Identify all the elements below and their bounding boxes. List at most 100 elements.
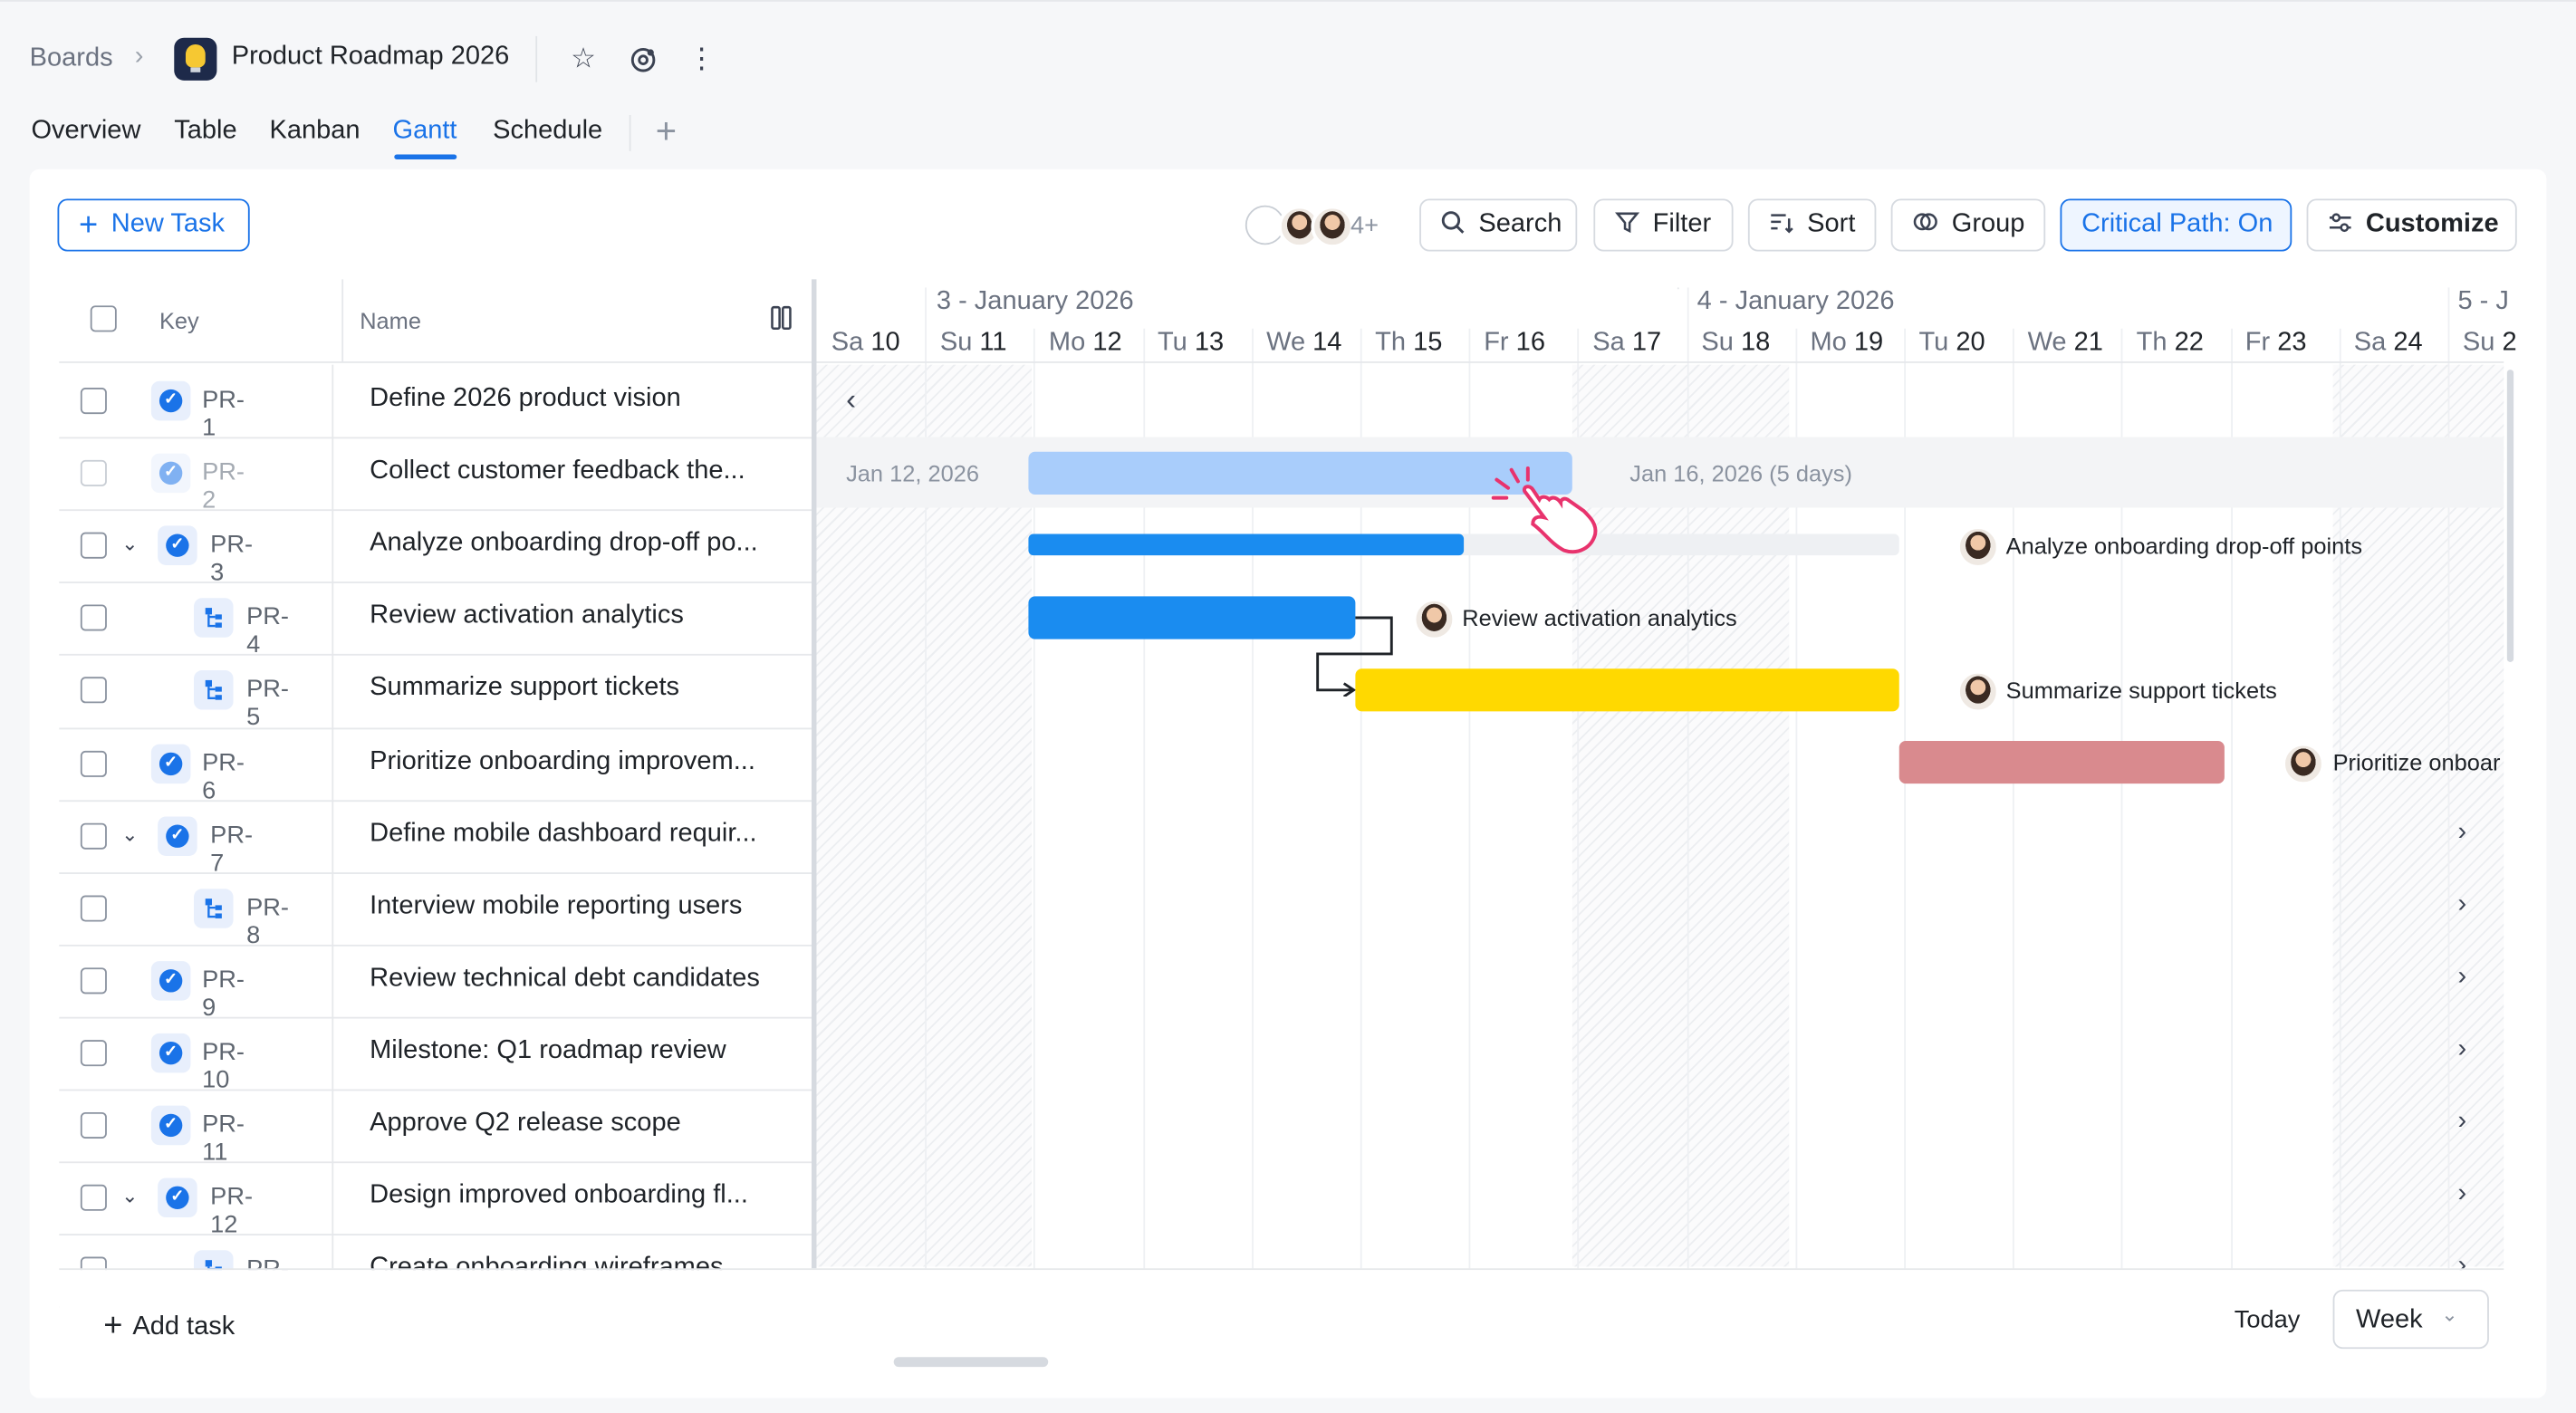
row-checkbox[interactable] (80, 750, 107, 777)
row-checkbox[interactable] (80, 967, 107, 995)
star-icon[interactable]: ☆ (569, 43, 599, 73)
task-key[interactable]: PR-11 (202, 1110, 245, 1167)
active-tab-indicator (394, 154, 457, 159)
row-checkbox[interactable] (80, 1185, 107, 1212)
column-header-key: Key (159, 307, 199, 334)
watch-icon[interactable] (628, 44, 658, 74)
plus-icon: + (103, 1307, 123, 1344)
add-view-plus-icon[interactable]: + (656, 111, 677, 153)
row-checkbox[interactable] (80, 1040, 107, 1067)
row-checkbox[interactable] (80, 533, 107, 560)
task-name[interactable]: Interview mobile reporting users (370, 891, 742, 921)
tab-kanban[interactable]: Kanban (269, 117, 360, 147)
scroll-to-bar-chevron-icon[interactable]: › (2457, 1108, 2466, 1138)
tab-gantt[interactable]: Gantt (392, 117, 457, 147)
row-checkbox[interactable] (80, 1112, 107, 1139)
day-label: Tu 13 (1157, 328, 1225, 357)
search-button[interactable]: Search (1419, 198, 1578, 252)
task-key[interactable]: PR-3 (210, 531, 253, 587)
more-options-icon[interactable]: ⋮ (687, 43, 716, 73)
task-key[interactable]: PR-4 (246, 603, 289, 659)
row-checkbox[interactable] (80, 460, 107, 487)
expand-chevron-icon[interactable]: ⌄ (119, 1185, 141, 1207)
task-name[interactable]: Define mobile dashboard requir... (370, 819, 757, 849)
breadcrumb-chevron-icon: › (134, 43, 144, 71)
avatar (1311, 205, 1354, 248)
customize-button[interactable]: Customize (2306, 198, 2517, 252)
task-name[interactable]: Define 2026 product vision (370, 385, 681, 415)
select-all-checkbox[interactable] (90, 305, 117, 332)
scroll-to-bar-chevron-icon[interactable]: › (2457, 1180, 2466, 1210)
gantt-bar-pr6[interactable] (1898, 741, 2225, 784)
sort-button[interactable]: Sort (1747, 198, 1877, 252)
plus-icon: + (79, 206, 99, 243)
filter-button[interactable]: Filter (1593, 198, 1734, 252)
task-key[interactable]: PR-5 (246, 676, 289, 732)
vertical-scrollbar[interactable] (2506, 370, 2514, 662)
task-key[interactable]: PR-1 (202, 386, 245, 442)
tab-schedule[interactable]: Schedule (493, 117, 602, 147)
tab-overview[interactable]: Overview (31, 117, 140, 147)
expand-chevron-icon[interactable]: ⌄ (119, 822, 141, 845)
drag-end-date: Jan 16, 2026 (5 days) (1629, 459, 1852, 486)
task-key[interactable]: PR-2 (202, 458, 245, 514)
scroll-to-bar-chevron-icon[interactable]: › (2457, 963, 2466, 993)
timescale-select[interactable]: Week ⌄ (2332, 1289, 2489, 1350)
scroll-to-bar-chevron-icon[interactable]: › (2457, 818, 2466, 848)
task-check-icon: ✓ (150, 380, 191, 421)
column-toggle-icon[interactable] (771, 305, 793, 331)
day-label: Mo 12 (1048, 328, 1122, 357)
today-button[interactable]: Today (2235, 1306, 2301, 1334)
timeline-back-chevron-icon[interactable]: ‹ (846, 383, 856, 418)
row-checkbox[interactable] (80, 678, 107, 705)
row-divider (59, 437, 812, 439)
drag-hand-cursor-icon (1491, 466, 1598, 554)
task-key[interactable]: PR-8 (246, 893, 289, 949)
critical-path-toggle[interactable]: Critical Path: On (2060, 198, 2292, 252)
task-name[interactable]: Review technical debt candidates (370, 964, 760, 994)
board-title[interactable]: Product Roadmap 2026 (232, 43, 510, 72)
task-name[interactable]: Approve Q2 release scope (370, 1109, 681, 1139)
expand-chevron-icon[interactable]: ⌄ (119, 533, 141, 555)
scroll-to-bar-chevron-icon[interactable]: › (2457, 890, 2466, 920)
row-divider (59, 1234, 812, 1236)
add-task-button[interactable]: + Add task (103, 1306, 235, 1344)
row-checkbox[interactable] (80, 388, 107, 415)
scroll-to-bar-chevron-icon[interactable]: › (2457, 1035, 2466, 1065)
task-check-icon: ✓ (158, 815, 197, 856)
new-task-button[interactable]: + New Task (57, 198, 250, 252)
row-divider (59, 799, 812, 802)
search-icon (1441, 209, 1466, 240)
breadcrumb-boards[interactable]: Boards (30, 44, 113, 74)
task-key[interactable]: PR-7 (210, 821, 253, 877)
members-avatars[interactable]: 4+ (1245, 205, 1393, 248)
grid-divider (332, 364, 334, 1269)
customize-label: Customize (2365, 210, 2499, 239)
task-name[interactable]: Analyze onboarding drop-off po... (370, 529, 758, 559)
task-name[interactable]: Collect customer feedback the... (370, 457, 745, 486)
week-label: 5 - J (2457, 287, 2509, 316)
header-divider (535, 35, 538, 82)
task-name[interactable]: Milestone: Q1 roadmap review (370, 1036, 726, 1066)
task-key[interactable]: PR-10 (202, 1038, 245, 1094)
task-key[interactable]: PR-12 (210, 1183, 253, 1239)
row-checkbox[interactable] (80, 895, 107, 922)
gantt-bar-pr5[interactable] (1355, 668, 1899, 712)
footer-divider (59, 1268, 2504, 1271)
task-name[interactable]: Summarize support tickets (370, 674, 679, 704)
task-check-icon: ✓ (150, 1105, 191, 1146)
timescale-value: Week (2355, 1305, 2423, 1334)
task-name[interactable]: Review activation analytics (370, 601, 684, 631)
task-key[interactable]: PR-6 (202, 748, 245, 804)
sort-label: Sort (1807, 210, 1856, 239)
row-checkbox[interactable] (80, 822, 107, 850)
row-checkbox[interactable] (80, 605, 107, 632)
horizontal-scrollbar[interactable] (893, 1357, 1049, 1368)
task-name[interactable]: Design improved onboarding fl... (370, 1181, 748, 1211)
task-key[interactable]: PR-9 (202, 966, 245, 1022)
group-button[interactable]: Group (1890, 198, 2046, 252)
task-name[interactable]: Prioritize onboarding improvem... (370, 746, 755, 776)
day-label: Su 11 (939, 328, 1007, 357)
tab-table[interactable]: Table (174, 117, 236, 147)
subtask-icon (194, 888, 234, 928)
